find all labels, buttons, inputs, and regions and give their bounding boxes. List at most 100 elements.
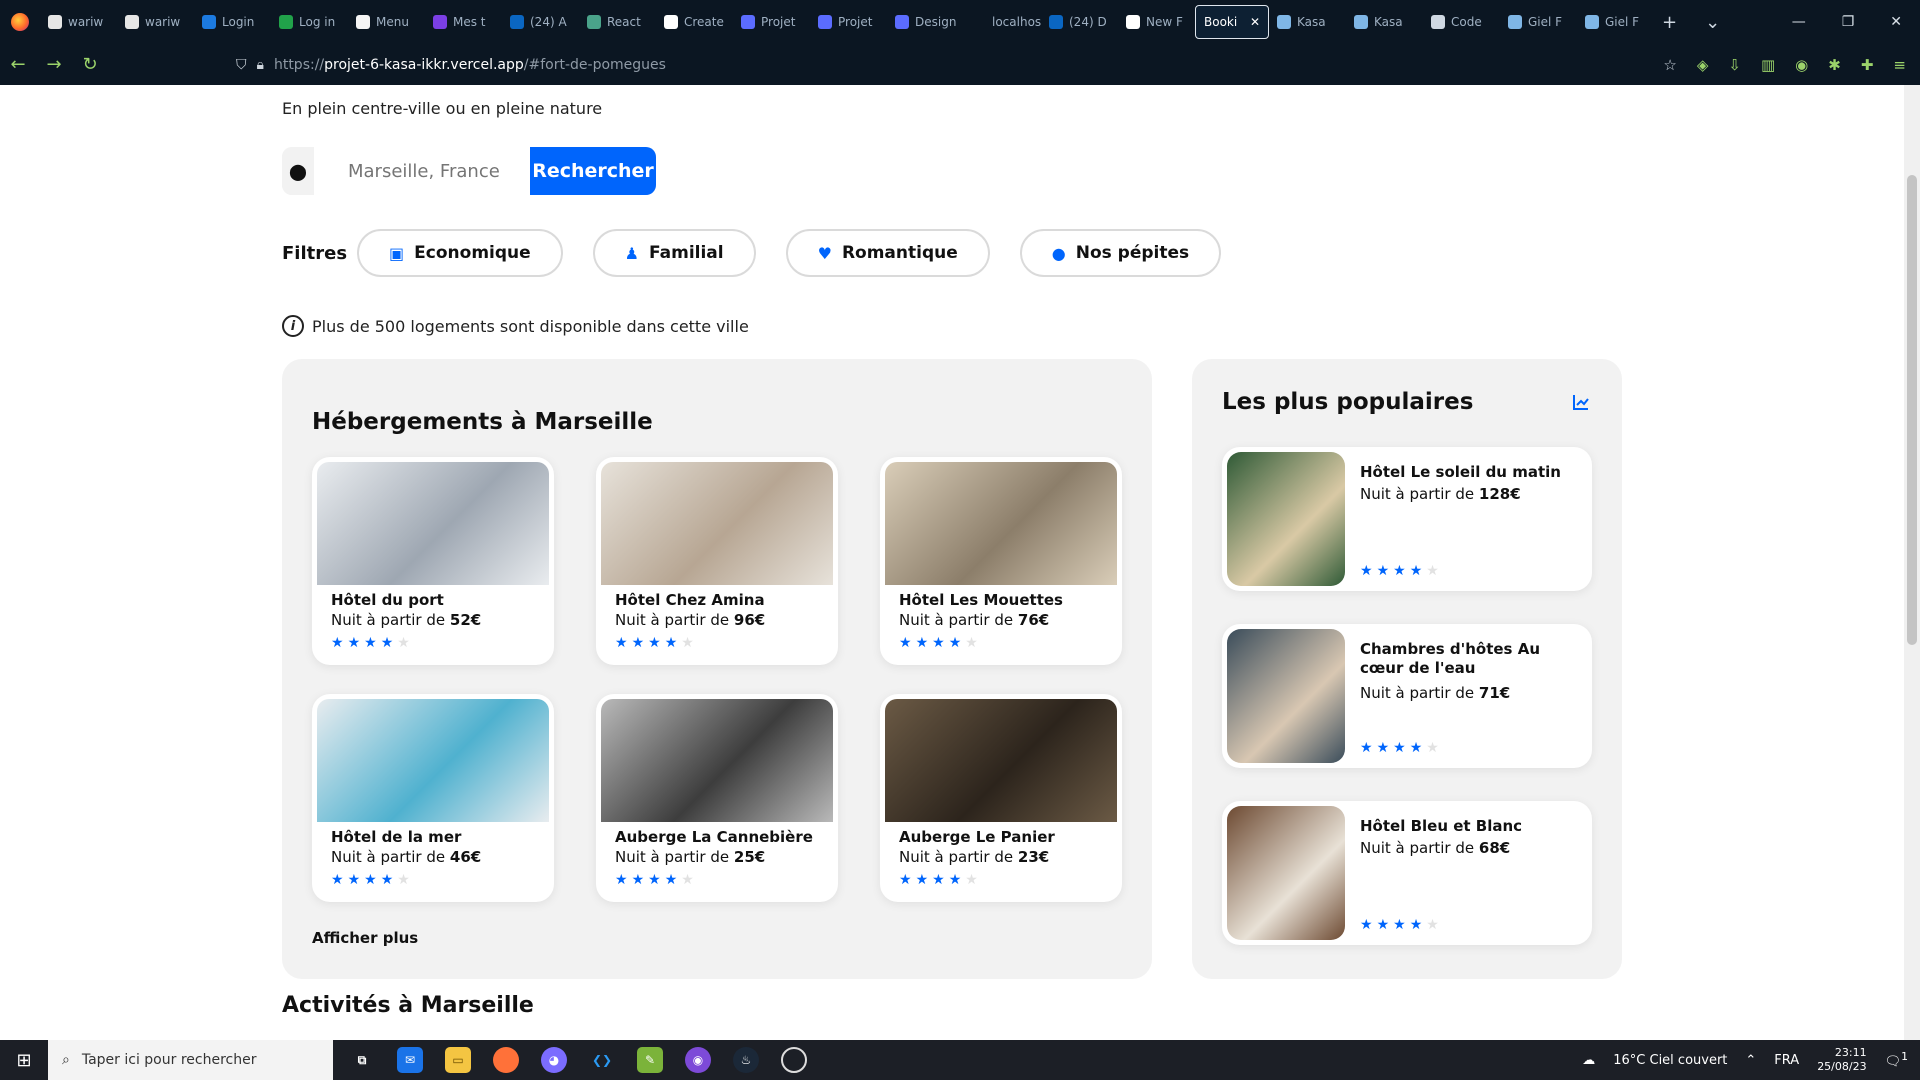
activities-title: Activités à Marseille [282, 993, 534, 1018]
star-filled-icon: ★ [899, 635, 912, 651]
show-more-link[interactable]: Afficher plus [312, 929, 418, 947]
star-filled-icon: ★ [1393, 917, 1406, 933]
back-icon[interactable]: ← [0, 54, 36, 75]
accommodation-card[interactable]: Hôtel Chez Amina Nuit à partir de 96€ ★ ★ ★ ★… [596, 457, 838, 665]
extensions-icon[interactable]: ✱ [1828, 56, 1841, 74]
accommodation-card[interactable]: Hôtel du port Nuit à partir de 52€ ★ ★ ★ ★ ★ [312, 457, 554, 665]
accommodation-card[interactable]: Auberge Le Panier Nuit à partir de 23€ ★ ★ ★… [880, 694, 1122, 902]
browser-tab[interactable]: wariw [117, 5, 194, 39]
tray-chevron-icon[interactable]: ⌃ [1745, 1053, 1756, 1068]
page-scrollbar[interactable] [1904, 85, 1920, 1040]
browser-tab[interactable]: Giel F [1500, 5, 1577, 39]
search-bar: ⬤ Rechercher [282, 147, 656, 195]
new-tab-icon[interactable]: + [1662, 12, 1677, 33]
browser-tab[interactable]: Projet [810, 5, 887, 39]
reload-icon[interactable]: ↻ [72, 54, 108, 75]
clock[interactable]: 23:11 25/08/23 [1817, 1046, 1866, 1074]
browser-tab[interactable]: Projet [733, 5, 810, 39]
person-icon: ♟ [624, 243, 640, 263]
puzzle-icon[interactable]: ✚ [1861, 56, 1874, 74]
accommodation-price: Nuit à partir de 46€ [331, 848, 482, 866]
windows-start-icon[interactable]: ⊞ [0, 1040, 48, 1080]
star-empty-icon: ★ [397, 872, 410, 888]
scrollbar-thumb[interactable] [1907, 175, 1917, 645]
accommodation-photo [601, 462, 833, 585]
browser-tab[interactable]: Create [656, 5, 733, 39]
browser-tab[interactable]: (24) D [1041, 5, 1118, 39]
rating-stars: ★ ★ ★ ★ ★ [331, 635, 410, 651]
discord-icon[interactable]: ◕ [541, 1047, 567, 1073]
star-filled-icon: ★ [380, 635, 394, 651]
popular-card[interactable]: Hôtel Bleu et Blanc Nuit à partir de 68€ ★… [1222, 801, 1592, 945]
shield-icon[interactable]: ⛉ [236, 57, 247, 73]
browser-tab[interactable]: (24) A [502, 5, 579, 39]
star-filled-icon: ★ [331, 872, 344, 888]
search-input[interactable] [314, 147, 530, 195]
filter-chip[interactable]: ▣ Economique [357, 229, 563, 277]
popular-name: Hôtel Le soleil du matin [1360, 463, 1561, 481]
filter-chip[interactable]: ♟ Familial [592, 229, 756, 277]
star-empty-icon: ★ [965, 872, 978, 888]
vscode-icon[interactable]: ❮❯ [589, 1047, 615, 1073]
star-filled-icon: ★ [899, 872, 912, 888]
downloads-icon[interactable]: ⇩ [1728, 56, 1741, 74]
filter-chip[interactable]: ♥ Romantique [785, 229, 990, 277]
menu-icon[interactable]: ≡ [1893, 56, 1906, 74]
firefox-taskbar-icon[interactable] [493, 1047, 519, 1073]
task-view-icon[interactable]: ⧉ [349, 1047, 375, 1073]
accommodation-card[interactable]: Hôtel Les Mouettes Nuit à partir de 76€ ★ ★… [880, 457, 1122, 665]
search-button[interactable]: Rechercher [530, 147, 656, 195]
rating-stars: ★ ★ ★ ★ ★ [615, 872, 694, 888]
close-tab-icon[interactable]: ✕ [1250, 15, 1260, 29]
bookmark-star-icon[interactable]: ☆ [1663, 56, 1676, 74]
lock-icon[interactable]: 🔒︎ [257, 57, 264, 73]
list-tabs-icon[interactable]: ⌄ [1705, 12, 1720, 33]
minimize-icon[interactable]: — [1792, 14, 1806, 30]
browser-tab[interactable]: New F [1118, 5, 1195, 39]
star-filled-icon: ★ [347, 872, 361, 888]
accommodation-card[interactable]: Hôtel de la mer Nuit à partir de 46€ ★ ★ ★ ★ ★ [312, 694, 554, 902]
notepad-icon[interactable]: ✎ [637, 1047, 663, 1073]
browser-tab[interactable]: Menu [348, 5, 425, 39]
weather-text[interactable]: 16°C Ciel couvert [1613, 1053, 1727, 1068]
browser-tab[interactable]: Kasa [1346, 5, 1423, 39]
language-indicator[interactable]: FRA [1774, 1053, 1799, 1068]
browser-tab[interactable]: Design [887, 5, 964, 39]
url-bar[interactable]: ⛉ 🔒︎ https://projet-6-kasa-ikkr.vercel.a… [236, 44, 666, 85]
notification-icon[interactable]: 🗨︎1 [1885, 1050, 1908, 1069]
filter-chip[interactable]: ● Nos pépites [1019, 229, 1222, 277]
star-filled-icon: ★ [1360, 740, 1373, 756]
browser-tab[interactable]: Log in [271, 5, 348, 39]
browser-tab-active[interactable]: Booki ✕ [1195, 5, 1269, 39]
pocket-icon[interactable]: ◈ [1697, 56, 1709, 74]
browser-tab[interactable]: Giel F [1577, 5, 1654, 39]
library-icon[interactable]: ▥ [1761, 56, 1775, 74]
account-icon[interactable]: ◉ [1795, 56, 1808, 74]
firefox-icon[interactable] [0, 0, 40, 44]
windows-taskbar: ⊞ ⌕ Taper ici pour rechercher ⧉ ✉ ▭ ◕ ❮❯… [0, 1040, 1920, 1080]
star-filled-icon: ★ [364, 872, 377, 888]
forward-icon[interactable]: → [36, 54, 72, 75]
gamepad-icon[interactable]: ◉ [685, 1047, 711, 1073]
accommodation-photo [317, 462, 549, 585]
popular-card[interactable]: Hôtel Le soleil du matin Nuit à partir de… [1222, 447, 1592, 591]
weather-icon[interactable]: ☁ [1582, 1053, 1595, 1068]
browser-tab[interactable]: Code [1423, 5, 1500, 39]
taskbar-search[interactable]: ⌕ Taper ici pour rechercher [48, 1040, 333, 1080]
steam-icon[interactable]: ♨ [733, 1047, 759, 1073]
restore-icon[interactable]: ❐ [1842, 14, 1855, 30]
browser-tab[interactable]: Kasa [1269, 5, 1346, 39]
browser-tab[interactable]: React [579, 5, 656, 39]
popular-card[interactable]: Chambres d'hôtes Au cœur de l'eau Nuit à … [1222, 624, 1592, 768]
close-window-icon[interactable]: ✕ [1890, 14, 1902, 30]
accommodations-section: Hébergements à Marseille Afficher plus H… [282, 359, 1152, 979]
browser-tab[interactable]: wariw [40, 5, 117, 39]
obs-icon[interactable] [781, 1047, 807, 1073]
mail-icon[interactable]: ✉ [397, 1047, 423, 1073]
browser-tab[interactable]: Login [194, 5, 271, 39]
browser-tab-bar: wariw wariw Login Log in Menu Mes t (24) A Reac… [0, 0, 1920, 44]
browser-tab[interactable]: Mes t [425, 5, 502, 39]
file-explorer-icon[interactable]: ▭ [445, 1047, 471, 1073]
browser-tab[interactable]: localhost [964, 5, 1041, 39]
accommodation-card[interactable]: Auberge La Cannebière Nuit à partir de 25… [596, 694, 838, 902]
